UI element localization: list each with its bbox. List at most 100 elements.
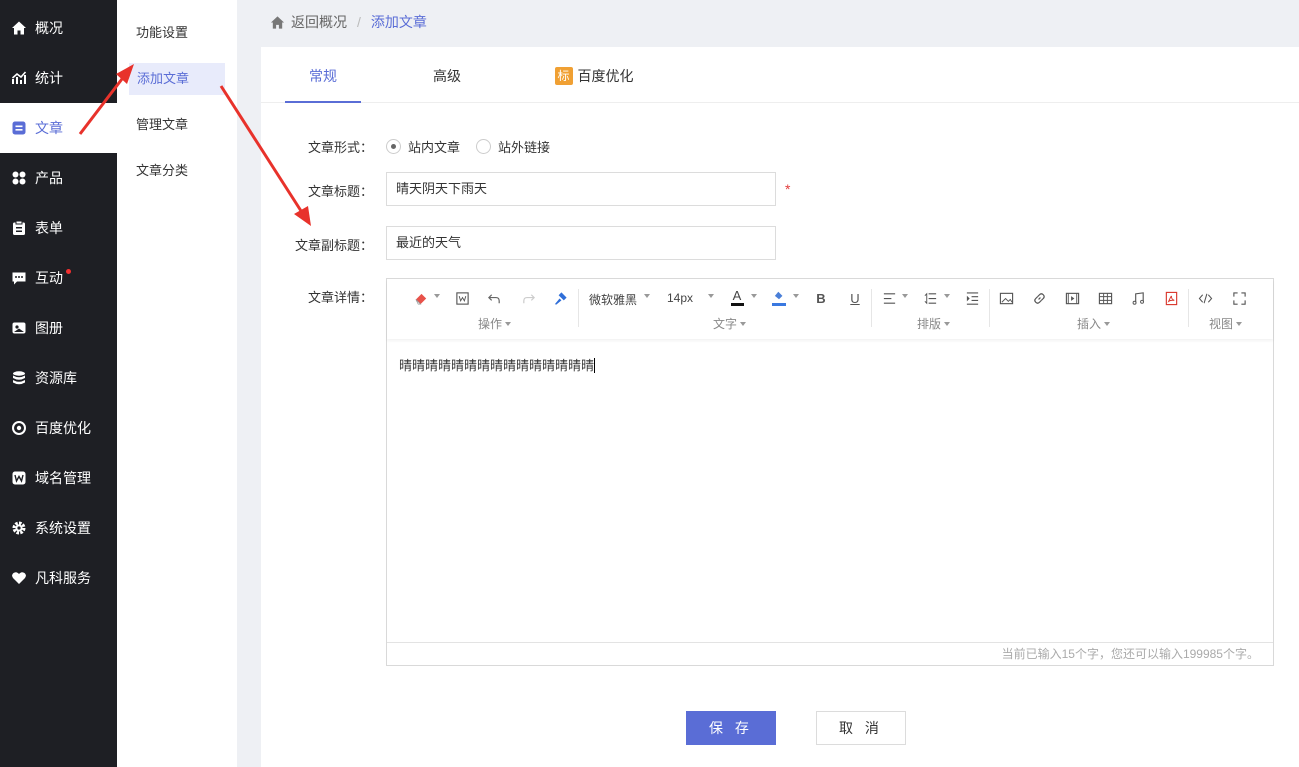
sidebar-item-gallery[interactable]: 图册 <box>0 303 117 353</box>
sidebar-item-settings[interactable]: 系统设置 <box>0 503 117 553</box>
text-color-icon[interactable]: A <box>729 289 745 306</box>
chat-icon <box>11 270 27 286</box>
insert-link-icon[interactable] <box>1031 290 1047 306</box>
breadcrumb-separator: / <box>357 14 361 30</box>
toolbar-group-text[interactable]: 文字 <box>713 315 746 332</box>
tab-general[interactable]: 常规 <box>285 47 361 103</box>
radio-label: 站内文章 <box>408 140 461 155</box>
cancel-button[interactable]: 取 消 <box>816 711 906 745</box>
toolbar-divider <box>578 289 579 327</box>
home-icon <box>11 20 27 36</box>
chevron-down-icon[interactable] <box>644 294 650 298</box>
submenu-item-feature-settings[interactable]: 功能设置 <box>129 17 225 49</box>
article-title-input[interactable]: 晴天阴天下雨天 <box>386 172 776 206</box>
font-family-select[interactable]: 微软雅黑 <box>589 291 637 308</box>
tab-advanced[interactable]: 高级 <box>409 47 485 103</box>
insert-music-icon[interactable] <box>1130 290 1146 306</box>
chevron-down-icon[interactable] <box>793 294 799 298</box>
sidebar-item-label: 互动 <box>35 270 63 286</box>
sidebar-item-label: 统计 <box>35 70 63 86</box>
sidebar-item-product[interactable]: 产品 <box>0 153 117 203</box>
toolbar-group-operation[interactable]: 操作 <box>478 315 511 332</box>
sidebar-item-label: 凡科服务 <box>35 570 91 586</box>
indent-icon[interactable] <box>964 290 980 306</box>
fullscreen-icon[interactable] <box>1231 290 1247 306</box>
article-subtitle-label: 文章副标题： <box>294 238 373 253</box>
insert-table-icon[interactable] <box>1097 290 1113 306</box>
article-title-label: 文章标题： <box>307 184 373 199</box>
insert-pdf-icon[interactable] <box>1163 290 1179 306</box>
breadcrumb: 返回概况 / 添加文章 <box>270 12 427 32</box>
line-height-icon[interactable] <box>922 290 938 306</box>
sidebar-item-resources[interactable]: 资源库 <box>0 353 117 403</box>
radio-external-link[interactable]: 站外链接 <box>476 137 550 156</box>
breadcrumb-back-link[interactable]: 返回概况 <box>291 12 347 32</box>
editor-toolbar: 操作 微软雅黑 14px A B U 文字 排版 插入 视图 <box>387 279 1273 339</box>
chevron-down-icon[interactable] <box>902 294 908 298</box>
insert-image-icon[interactable] <box>998 290 1014 306</box>
breadcrumb-current: 添加文章 <box>370 14 427 30</box>
sidebar-item-label: 表单 <box>35 220 63 236</box>
tag-badge: 标 <box>554 67 573 85</box>
tab-label: 常规 <box>309 68 337 84</box>
submenu-item-add-article[interactable]: 添加文章 <box>129 63 225 95</box>
editor-content-text: 晴晴晴晴晴晴晴晴晴晴晴晴晴晴晴 <box>399 358 595 373</box>
article-subtitle-input[interactable]: 最近的天气 <box>386 226 776 260</box>
article-submenu: 功能设置 添加文章 管理文章 文章分类 <box>117 0 237 767</box>
sidebar-item-label: 资源库 <box>35 370 77 386</box>
chevron-down-icon[interactable] <box>434 294 440 298</box>
sidebar-item-overview[interactable]: 概况 <box>0 3 117 53</box>
save-button[interactable]: 保 存 <box>686 711 776 745</box>
chevron-down-icon[interactable] <box>944 294 950 298</box>
sidebar-item-label: 图册 <box>35 320 63 336</box>
chevron-down-icon[interactable] <box>751 294 757 298</box>
word-doc-icon[interactable] <box>454 290 470 306</box>
toolbar-group-layout[interactable]: 排版 <box>917 315 950 332</box>
gear-icon <box>11 520 27 536</box>
editor-content-area[interactable]: 晴晴晴晴晴晴晴晴晴晴晴晴晴晴晴 <box>399 355 596 374</box>
toolbar-group-insert[interactable]: 插入 <box>1077 315 1110 332</box>
toolbar-group-view[interactable]: 视图 <box>1209 315 1242 332</box>
eraser-icon[interactable] <box>413 290 429 306</box>
tab-label: 高级 <box>433 68 461 84</box>
article-icon <box>11 120 27 136</box>
sidebar-item-form[interactable]: 表单 <box>0 203 117 253</box>
notification-dot <box>66 269 71 274</box>
tab-bar: 常规 高级 标百度优化 <box>261 47 1299 103</box>
sidebar-item-stats[interactable]: 统计 <box>0 53 117 103</box>
sidebar-item-service[interactable]: 凡科服务 <box>0 553 117 603</box>
source-code-icon[interactable] <box>1197 290 1213 306</box>
underline-icon[interactable]: U <box>847 290 863 306</box>
sidebar-item-article[interactable]: 文章 <box>0 103 117 153</box>
bold-icon[interactable]: B <box>813 290 829 306</box>
redo-icon[interactable] <box>520 290 536 306</box>
toolbar-divider <box>1188 289 1189 327</box>
image-icon <box>11 320 27 336</box>
sidebar-item-label: 系统设置 <box>35 520 91 536</box>
radio-internal-article[interactable]: 站内文章 <box>386 137 460 156</box>
required-mark: * <box>785 181 791 197</box>
article-type-label: 文章形式： <box>307 140 373 155</box>
sidebar-item-baidu-seo[interactable]: 百度优化 <box>0 403 117 453</box>
toolbar-divider <box>989 289 990 327</box>
sidebar-item-label: 产品 <box>35 170 63 186</box>
submenu-item-article-categories[interactable]: 文章分类 <box>129 155 225 187</box>
radio-label: 站外链接 <box>498 140 551 155</box>
sidebar-item-domain[interactable]: 域名管理 <box>0 453 117 503</box>
sidebar-item-interaction[interactable]: 互动 <box>0 253 117 303</box>
format-painter-icon[interactable] <box>552 290 568 306</box>
article-detail-label: 文章详情： <box>307 290 373 305</box>
undo-icon[interactable] <box>486 290 502 306</box>
chevron-down-icon[interactable] <box>708 294 714 298</box>
align-icon[interactable] <box>881 290 897 306</box>
highlight-color-icon[interactable] <box>771 290 787 306</box>
insert-video-icon[interactable] <box>1064 290 1080 306</box>
sidebar-item-label: 域名管理 <box>35 470 91 486</box>
tab-baidu-seo[interactable]: 标百度优化 <box>549 47 639 103</box>
toolbar-divider <box>871 289 872 327</box>
radio-circle <box>476 139 491 154</box>
sidebar-item-label: 百度优化 <box>35 420 91 436</box>
sidebar-item-label: 文章 <box>35 120 63 136</box>
font-size-select[interactable]: 14px <box>667 291 693 305</box>
submenu-item-manage-articles[interactable]: 管理文章 <box>129 109 225 141</box>
